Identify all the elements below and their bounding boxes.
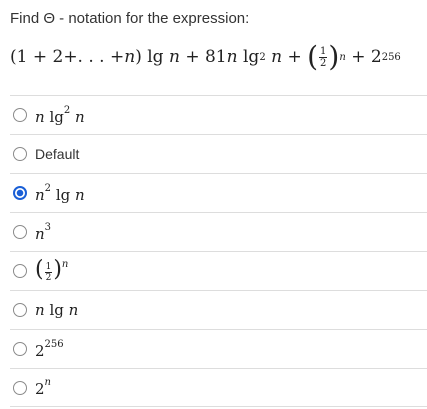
radio-button[interactable] bbox=[13, 303, 27, 317]
option-label: n2 lg n bbox=[35, 182, 85, 204]
option-half-power-n[interactable]: (1 2)n bbox=[10, 251, 427, 290]
option-label: 2n bbox=[35, 377, 51, 398]
radio-button[interactable] bbox=[13, 147, 27, 161]
option-n-lg-n[interactable]: n lg n bbox=[10, 290, 427, 329]
option-label: n3 bbox=[35, 221, 52, 243]
radio-button-selected[interactable] bbox=[13, 186, 27, 200]
option-label: 2256 bbox=[35, 338, 64, 360]
option-n3[interactable]: n3 bbox=[10, 212, 427, 251]
radio-button[interactable] bbox=[13, 380, 27, 395]
option-n2-lg-n[interactable]: n2 lg n bbox=[10, 173, 427, 212]
radio-button[interactable] bbox=[13, 225, 27, 239]
option-n-lg2-n[interactable]: n lg2 n bbox=[10, 95, 427, 134]
option-2-pow-n[interactable]: 2n bbox=[10, 368, 427, 407]
expression-fraction: 12 bbox=[319, 45, 328, 69]
expression: (1 + 2+. . . + n) lg n + 81 n lg 2 n + (1 2)… bbox=[10, 40, 401, 73]
option-label: n lg n bbox=[35, 301, 79, 319]
radio-button[interactable] bbox=[13, 342, 27, 356]
answer-options: n lg2 n Default n2 lg n n3 (1 2)n n lg n … bbox=[10, 95, 427, 407]
radio-button[interactable] bbox=[13, 264, 27, 278]
option-label: n lg2 n bbox=[35, 104, 85, 126]
radio-button[interactable] bbox=[13, 108, 27, 122]
option-default[interactable]: Default bbox=[10, 134, 427, 173]
question-text: Find Θ - notation for the expression: bbox=[10, 10, 250, 27]
option-label: Default bbox=[35, 146, 80, 162]
option-2-pow-256[interactable]: 2256 bbox=[10, 329, 427, 368]
option-label: (1 2)n bbox=[35, 257, 69, 283]
